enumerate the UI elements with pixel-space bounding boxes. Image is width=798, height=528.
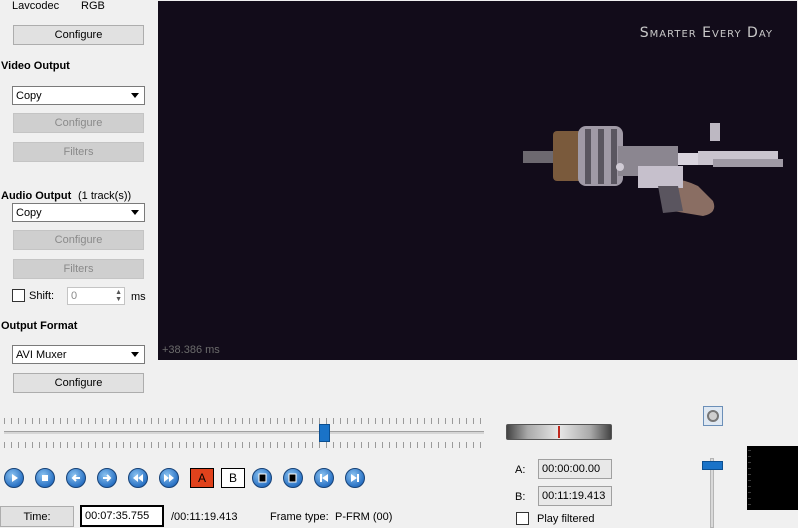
selection-b-field[interactable]: 00:11:19.413 (538, 486, 612, 506)
next-black-icon (288, 473, 297, 483)
speaker-button[interactable] (703, 406, 723, 426)
video-filters-button[interactable]: Filters (13, 142, 144, 162)
arrow-left-icon (71, 474, 80, 482)
video-codec-value: Copy (16, 89, 42, 102)
first-frame-icon (320, 474, 328, 482)
volume-thumb[interactable] (702, 461, 723, 471)
video-output-heading: Video Output (1, 60, 70, 72)
play-button[interactable] (4, 468, 24, 488)
audio-meter (747, 446, 798, 510)
chevron-down-icon (131, 352, 139, 357)
timeline-ticks-bottom (4, 442, 484, 448)
rewind-button[interactable] (128, 468, 148, 488)
prev-frame-button[interactable] (66, 468, 86, 488)
video-codec-select[interactable]: Copy (12, 86, 145, 105)
spin-arrows-icon[interactable]: ▲ ▼ (115, 289, 122, 303)
output-configure-button[interactable]: Configure (13, 373, 144, 393)
volume-slider[interactable] (700, 450, 726, 528)
set-marker-b-button[interactable]: B (221, 468, 245, 488)
audio-codec-select[interactable]: Copy (12, 203, 145, 222)
decoder-colorspace-label: RGB (81, 0, 105, 12)
muxer-value: AVI Muxer (16, 348, 67, 361)
decoder-codec-label: Lavcodec (12, 0, 60, 12)
output-format-heading: Output Format (1, 320, 78, 332)
chevron-down-icon (131, 93, 139, 98)
fast-forward-icon (164, 474, 174, 482)
rewind-icon (133, 474, 143, 482)
timeline-ticks-top (4, 418, 484, 424)
audio-filters-button[interactable]: Filters (13, 259, 144, 279)
audio-track-count: (1 track(s)) (78, 190, 132, 202)
next-black-frame-button[interactable] (283, 468, 303, 488)
shift-input[interactable]: 0 ▲ ▼ (67, 287, 125, 305)
total-time: /00:11:19.413 (171, 511, 238, 523)
shift-value: 0 (71, 290, 78, 302)
video-offset-label: +38.386 ms (162, 344, 220, 356)
play-filtered-label: Play filtered (537, 513, 595, 525)
set-marker-a-button[interactable]: A (190, 468, 214, 488)
timeline-thumb[interactable] (319, 424, 331, 442)
chevron-down-icon (131, 210, 139, 215)
stop-icon (42, 475, 48, 481)
fast-forward-button[interactable] (159, 468, 179, 488)
audio-configure-button[interactable]: Configure (13, 230, 144, 250)
last-frame-button[interactable] (345, 468, 365, 488)
stop-button[interactable] (35, 468, 55, 488)
timeline-slider[interactable] (0, 414, 490, 450)
muxer-select[interactable]: AVI Muxer (12, 345, 145, 364)
play-icon (12, 474, 18, 482)
selection-a-label: A: (515, 464, 526, 476)
time-button[interactable]: Time: (0, 506, 74, 527)
speaker-icon (707, 410, 719, 422)
first-frame-button[interactable] (314, 468, 334, 488)
shift-label: Shift: (29, 290, 55, 302)
arrow-right-icon (103, 474, 112, 482)
video-watermark: Smarter Every Day (639, 25, 773, 41)
next-frame-button[interactable] (97, 468, 117, 488)
video-configure-button[interactable]: Configure (13, 113, 144, 133)
prev-black-icon (258, 473, 267, 483)
last-frame-icon (351, 474, 359, 482)
shift-unit: ms (131, 291, 146, 303)
shift-checkbox[interactable] (12, 289, 25, 302)
prev-black-frame-button[interactable] (252, 468, 272, 488)
timeline-track (4, 431, 484, 434)
audio-meter-scale (748, 450, 751, 506)
selection-b-label: B: (515, 491, 526, 503)
video-frame-image (523, 123, 783, 216)
audio-output-heading: Audio Output (1, 190, 72, 202)
selection-a-field[interactable]: 00:00:00.00 (538, 459, 612, 479)
video-preview: Smarter Every Day +38.386 ms (158, 1, 797, 360)
frame-type-value: P-FRM (00) (335, 511, 393, 523)
frame-type-label: Frame type: (270, 511, 329, 523)
jog-shuttle[interactable] (506, 424, 612, 440)
decoder-configure-button[interactable]: Configure (13, 25, 144, 45)
current-time-field[interactable]: 00:07:35.755 (80, 505, 164, 527)
play-filtered-checkbox[interactable] (516, 512, 529, 525)
audio-codec-value: Copy (16, 206, 42, 219)
jog-indicator (558, 426, 560, 438)
